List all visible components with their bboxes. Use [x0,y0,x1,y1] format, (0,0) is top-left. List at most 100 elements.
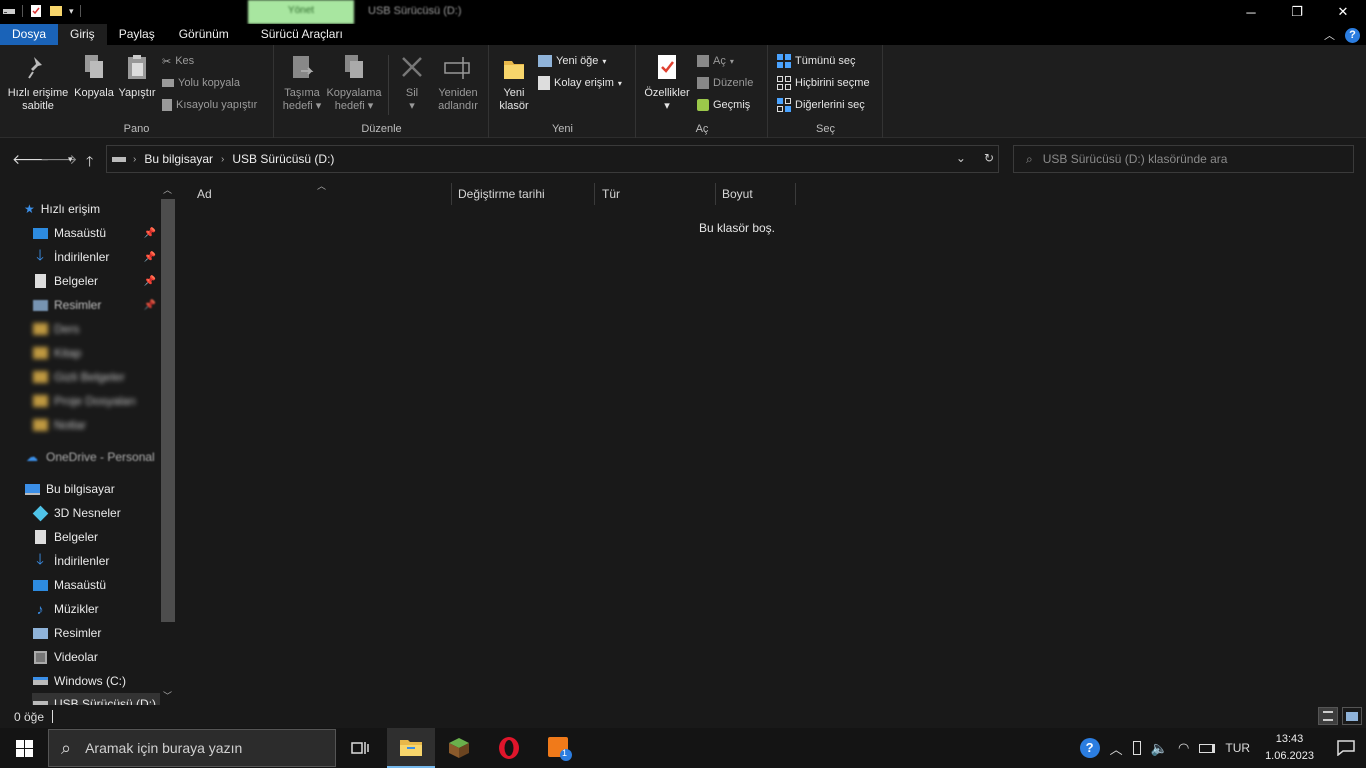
scroll-down-icon[interactable]: ﹀ [163,689,172,702]
easy-access-icon [538,76,550,90]
minecraft-icon [449,738,469,758]
nav-quick-downloads[interactable]: 🡓 İndirilenler 📌 [32,246,160,268]
nav-desktop[interactable]: Masaüstü [32,574,160,596]
tab-file[interactable]: Dosya [0,24,59,45]
notification-center-button[interactable] [1326,740,1366,756]
select-none-button[interactable]: Hiçbirini seçme [777,74,870,92]
pictures-icon [32,625,48,641]
status-bar: 0 öğe [0,705,1366,728]
nav-blurred-folder[interactable]: Kitap [32,342,160,364]
file-explorer-taskbar-button[interactable] [387,728,435,768]
select-all-button[interactable]: Tümünü seç [777,52,856,70]
open-icon [697,55,709,67]
large-icons-view-button[interactable] [1342,707,1362,725]
column-header-date-modified[interactable]: Değiştirme tarihi [452,183,595,205]
new-folder-icon[interactable] [49,4,63,18]
scroll-thumb[interactable] [161,199,175,622]
breadcrumb-separator-icon[interactable]: › [221,154,224,165]
column-header-type[interactable]: Tür [596,183,716,205]
copy-button[interactable]: Kopyala [72,53,116,100]
opera-taskbar-button[interactable] [485,728,533,768]
easy-access-button[interactable]: Kolay erişim ▾ [538,74,622,92]
nav-windows-c[interactable]: Windows (C:) [32,670,160,692]
copy-path-button[interactable]: Yolu kopyala [162,74,240,92]
start-button[interactable] [0,728,48,768]
minimize-button[interactable]: ─ [1228,0,1274,24]
new-item-button[interactable]: Yeni öğe ▾ [538,52,606,70]
volume-icon[interactable]: 🔈 [1151,740,1168,757]
close-button[interactable]: ✕ [1320,0,1366,24]
properties-button[interactable]: Özellikler ▾ [641,53,693,113]
breadcrumb-this-pc[interactable]: Bu bilgisayar [144,152,213,166]
nav-quick-access[interactable]: ★ Hızlı erişim [24,198,176,220]
nav-onedrive[interactable]: ☁ OneDrive - Personal [24,446,160,468]
open-button[interactable]: Aç ▾ [697,52,734,70]
manage-context-tab[interactable]: Yönet [248,0,354,24]
address-dropdown-icon[interactable]: ⌄ [956,151,966,165]
minecraft-taskbar-button[interactable] [435,728,483,768]
help-icon[interactable]: ? [1345,27,1360,43]
nav-documents[interactable]: Belgeler [32,526,160,548]
invert-selection-button[interactable]: Diğerlerini seç [777,96,865,114]
nav-this-pc[interactable]: Bu bilgisayar [24,478,160,500]
file-list[interactable]: ︿ Ad Değiştirme tarihi Tür Boyut Bu klas… [178,179,1366,705]
nav-videos[interactable]: Videolar [32,646,160,668]
cut-button[interactable]: ✂ Kes [162,52,194,70]
rename-button[interactable]: Yeniden adlandır [433,53,483,113]
nav-quick-documents[interactable]: Belgeler 📌 [32,270,160,292]
refresh-icon[interactable]: ↻ [984,151,994,165]
scroll-up-icon[interactable]: ︿ [163,183,172,196]
nav-quick-pictures[interactable]: Resimler 📌 [32,294,160,316]
rename-icon [444,57,470,79]
move-to-button[interactable]: Taşıma hedefi ▾ [279,53,325,113]
breadcrumb-separator-icon[interactable]: › [133,154,136,165]
nav-music[interactable]: ♪ Müzikler [32,598,160,620]
nav-3d-objects[interactable]: 3D Nesneler [32,502,160,524]
taskbar-search[interactable]: ⌕ Aramak için buraya yazın [48,729,336,767]
nav-scrollbar[interactable]: ︿ ﹀ [160,179,176,705]
tab-share[interactable]: Paylaş [107,24,167,45]
recent-locations-icon[interactable]: ▾ [68,154,73,165]
show-hidden-icons-icon[interactable]: ︿ [1110,739,1123,758]
new-folder-button[interactable]: Yeni klasör [494,53,534,113]
tab-home[interactable]: Giriş [58,24,107,45]
battery-icon[interactable] [1199,743,1216,753]
properties-icon[interactable] [29,4,43,18]
delete-button[interactable]: Sil ▾ [395,53,429,113]
tab-drive-tools[interactable]: Sürücü Araçları [249,24,355,45]
column-header-name[interactable]: Ad [191,183,452,205]
nav-quick-desktop[interactable]: Masaüstü 📌 [32,222,160,244]
details-view-button[interactable] [1318,707,1338,725]
paste-button[interactable]: Yapıştır [117,53,157,100]
qat-dropdown-icon[interactable]: ▾ [69,6,74,17]
clock[interactable]: 13:43 1.06.2023 [1265,731,1314,765]
search-box[interactable]: ⌕ USB Sürücüsü (D:) klasöründe ara [1013,145,1354,173]
nav-blurred-folder[interactable]: Notlar [32,414,160,436]
copy-to-button[interactable]: Kopyalama hedefi ▾ [325,53,383,113]
up-arrow-icon[interactable]: 🡑 [86,151,93,175]
nav-pictures[interactable]: Resimler [32,622,160,644]
help-tray-icon[interactable]: ? [1079,738,1100,758]
column-header-size[interactable]: Boyut [716,183,796,205]
edit-button[interactable]: Düzenle [697,74,753,92]
tab-view[interactable]: Görünüm [167,24,241,45]
paste-shortcut-button[interactable]: Kısayolu yapıştır [162,96,257,114]
task-view-button[interactable] [336,728,384,768]
nav-blurred-folder[interactable]: Gizli Belgeler [32,366,160,388]
pin-quick-access-button[interactable]: Hızlı erişime sabitle [6,53,70,113]
collapse-ribbon-icon[interactable]: ︿ [1324,27,1335,43]
usb-eject-icon[interactable] [1132,741,1141,755]
nav-blurred-folder[interactable]: Ders [32,318,160,340]
nav-downloads[interactable]: 🡓 İndirilenler [32,550,160,572]
breadcrumb-usb-drive[interactable]: USB Sürücüsü (D:) [232,152,334,166]
nav-usb-drive[interactable]: USB Sürücüsü (D:) [32,693,160,705]
maximize-button[interactable]: ❐ [1274,0,1320,24]
details-view-icon [1323,711,1333,721]
folder-icon [32,345,48,361]
nav-blurred-folder[interactable]: Proje Dosyaları [32,390,160,412]
wifi-icon[interactable]: ◠ [1178,740,1189,756]
input-language[interactable]: TUR [1225,741,1250,755]
app-taskbar-button[interactable]: 1 [535,728,583,768]
history-button[interactable]: Geçmiş [697,96,750,114]
address-bar[interactable]: › Bu bilgisayar › USB Sürücüsü (D:) ⌄ ↻ [106,145,999,173]
